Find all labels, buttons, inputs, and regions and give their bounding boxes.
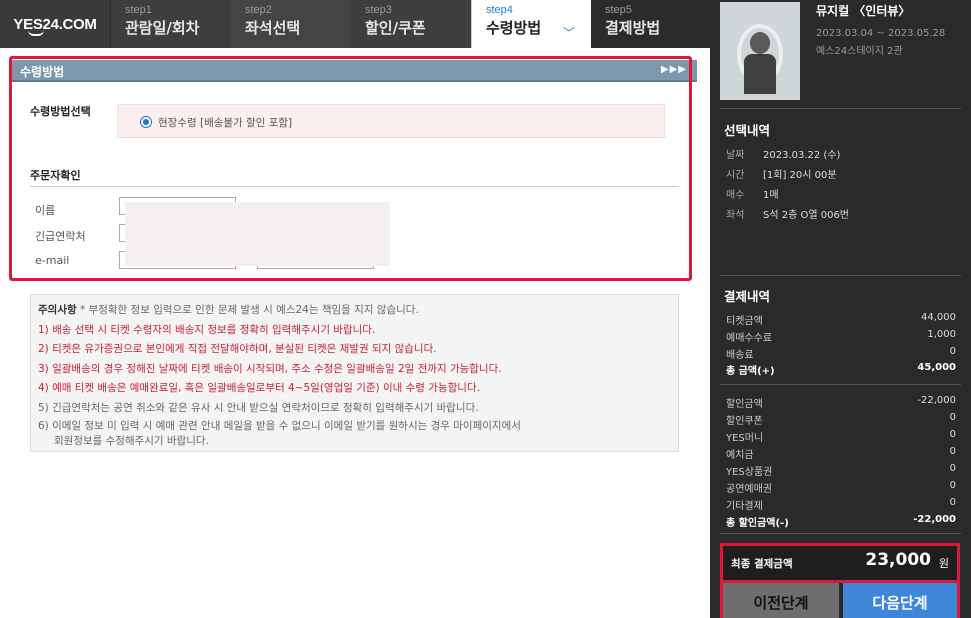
selection-value: S석 2층 O열 006번 <box>763 210 850 221</box>
step-1-tab[interactable]: step1 관람일/회차 <box>111 0 231 48</box>
show-period: 2023.03.04 ~ 2023.05.28 <box>816 28 946 39</box>
notice-item: 2) 티켓은 유가증권으로 본인에게 직접 전달해야하며, 분실된 티켓은 재발… <box>38 343 437 355</box>
final-amount-label: 최종 결제금액 <box>731 558 793 570</box>
notice-item: 회원정보를 수정해주시기 바랍니다. <box>54 435 209 447</box>
show-title: 뮤지컬 〈인터뷰〉 <box>816 4 911 18</box>
selection-key: 시간 <box>726 170 745 181</box>
notice-subtitle: * 부정확한 정보 입력으로 인한 문제 발생 시 예스24는 책임을 지지 않… <box>79 304 419 316</box>
step-label: 관람일/회차 <box>125 19 200 37</box>
poster-figure-body <box>744 54 776 94</box>
payment-total-value: 45,000 <box>917 362 956 373</box>
divider <box>720 384 961 385</box>
discount-value: 0 <box>949 429 956 440</box>
payment-total-key: 총 금액(+) <box>726 366 775 377</box>
selection-value: 1매 <box>763 190 779 201</box>
chevron-down-icon: ﹀ <box>562 26 575 40</box>
discount-key: YES상품권 <box>726 467 773 478</box>
discount-key: YES머니 <box>726 433 764 444</box>
step-number: step4 <box>486 4 513 16</box>
final-amount-value: 23,000 <box>865 550 931 570</box>
selection-value: 2023.03.22 (수) <box>763 150 841 161</box>
payment-value: 44,000 <box>921 312 956 323</box>
step-number: step3 <box>365 4 392 16</box>
selection-key: 매수 <box>726 190 745 201</box>
payment-key: 배송료 <box>726 350 754 361</box>
notice-item: 4) 예매 티켓 배송은 예매완료일, 혹은 일괄배송일로부터 4~5일(영업일… <box>38 382 480 394</box>
discount-value: 0 <box>949 446 956 457</box>
payment-key: 예매수수료 <box>726 333 772 344</box>
final-amount-box: 최종 결제금액 23,000 원 <box>720 543 960 583</box>
divider <box>720 275 961 276</box>
selection-key: 좌석 <box>726 210 745 221</box>
payment-value: 0 <box>949 346 956 357</box>
notice-header: 주의사항 * 부정확한 정보 입력으로 인한 문제 발생 시 예스24는 책임을… <box>38 302 419 317</box>
notice-box: 주의사항 * 부정확한 정보 입력으로 인한 문제 발생 시 예스24는 책임을… <box>30 294 679 452</box>
discount-value: 0 <box>949 480 956 491</box>
logo-smile-icon <box>28 30 44 36</box>
selection-key: 날짜 <box>726 150 745 161</box>
step-2-tab[interactable]: step2 좌석선택 <box>231 0 351 48</box>
divider <box>720 533 961 534</box>
divider <box>720 108 961 109</box>
show-venue: 예스24스테이지 2관 <box>816 46 903 57</box>
discount-key: 예치금 <box>726 450 754 461</box>
discount-value: 0 <box>949 412 956 423</box>
step-label: 결제방법 <box>605 19 661 37</box>
poster-figure-head <box>750 32 770 54</box>
payment-key: 티켓금액 <box>726 316 763 327</box>
payment-title: 결제내역 <box>724 289 771 304</box>
step-buttons: 이전단계 다음단계 <box>720 580 960 618</box>
show-poster-image <box>720 2 800 100</box>
step-label: 수령방법 <box>486 19 542 37</box>
discount-key: 할인쿠폰 <box>726 416 763 427</box>
discount-key: 할인금액 <box>726 399 763 410</box>
discount-value: 0 <box>949 463 956 474</box>
discount-key: 공연예매권 <box>726 484 772 495</box>
notice-item: 1) 배송 선택 시 티켓 수령자의 배송지 정보를 정확히 입력해주시기 바랍… <box>38 324 376 336</box>
discount-value: -22,000 <box>917 395 956 406</box>
step-label: 좌석선택 <box>245 19 301 37</box>
notice-item: 5) 긴급연락처는 공연 취소와 같은 유사 시 안내 받으실 연락처이므로 정… <box>38 402 479 414</box>
discount-total-key: 총 할인금액(-) <box>726 518 789 529</box>
step-label: 할인/쿠폰 <box>365 19 426 37</box>
discount-value: 0 <box>949 497 956 508</box>
logo-text: YES24.COM <box>13 15 97 33</box>
selection-value: [1회] 20시 00분 <box>763 170 837 181</box>
step-navigation: YES24.COM step1 관람일/회차 step2 좌석선택 step3 … <box>0 0 710 48</box>
step-3-tab[interactable]: step3 할인/쿠폰 <box>351 0 471 48</box>
notice-item: 6) 이메일 정보 미 입력 시 예매 관련 안내 메일을 받을 수 없으니 이… <box>38 420 521 432</box>
next-step-button[interactable]: 다음단계 <box>843 583 957 618</box>
discount-total-value: -22,000 <box>913 514 956 525</box>
selection-title: 선택내역 <box>724 123 771 138</box>
booking-summary-sidebar: 뮤지컬 〈인터뷰〉 2023.03.04 ~ 2023.05.28 예스24스테… <box>710 0 971 618</box>
highlight-box <box>9 56 692 281</box>
final-amount-unit: 원 <box>938 557 949 570</box>
notice-item: 3) 일괄배송의 경우 정해진 날짜에 티켓 배송이 시작되며, 주소 수정은 … <box>38 363 502 375</box>
previous-step-button[interactable]: 이전단계 <box>723 583 839 618</box>
discount-key: 기타결제 <box>726 501 763 512</box>
notice-title: 주의사항 <box>38 304 77 316</box>
step-number: step5 <box>605 4 632 16</box>
step-number: step2 <box>245 4 272 16</box>
payment-value: 1,000 <box>927 329 956 340</box>
step-4-tab-active[interactable]: step4 수령방법 ﹀ <box>471 0 591 48</box>
step-5-tab[interactable]: step5 결제방법 <box>591 0 710 48</box>
step-number: step1 <box>125 4 152 16</box>
yes24-logo[interactable]: YES24.COM <box>0 0 110 48</box>
